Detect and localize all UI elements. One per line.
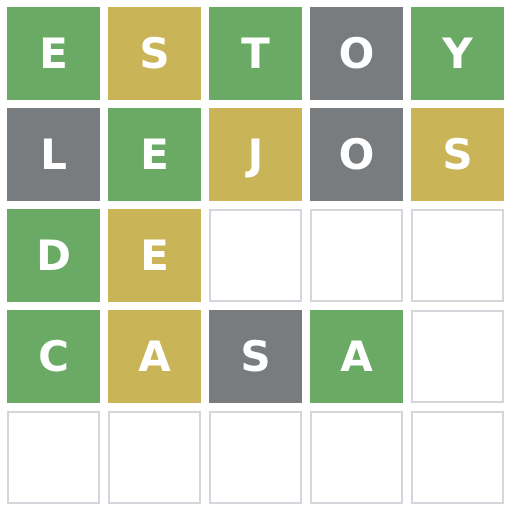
tile-r3-c5 bbox=[411, 209, 504, 302]
tile-r4-c5 bbox=[411, 310, 504, 403]
tile-r1-c2: S bbox=[108, 7, 201, 100]
tile-r2-c5: S bbox=[411, 108, 504, 201]
tile-r2-c1: L bbox=[7, 108, 100, 201]
tile-r4-c3: S bbox=[209, 310, 302, 403]
tile-r1-c5: Y bbox=[411, 7, 504, 100]
tile-r4-c2: A bbox=[108, 310, 201, 403]
tile-r5-c4 bbox=[310, 411, 403, 504]
tile-r3-c1: D bbox=[7, 209, 100, 302]
tile-r5-c5 bbox=[411, 411, 504, 504]
game-board: ESTOYLEJOSDECASA bbox=[7, 7, 504, 504]
tile-r5-c1 bbox=[7, 411, 100, 504]
tile-r3-c2: E bbox=[108, 209, 201, 302]
tile-r1-c1: E bbox=[7, 7, 100, 100]
tile-r2-c4: O bbox=[310, 108, 403, 201]
tile-r2-c2: E bbox=[108, 108, 201, 201]
tile-r4-c4: A bbox=[310, 310, 403, 403]
tile-r1-c3: T bbox=[209, 7, 302, 100]
tile-r4-c1: C bbox=[7, 310, 100, 403]
tile-r3-c4 bbox=[310, 209, 403, 302]
tile-r5-c3 bbox=[209, 411, 302, 504]
tile-r1-c4: O bbox=[310, 7, 403, 100]
tile-r5-c2 bbox=[108, 411, 201, 504]
tile-r2-c3: J bbox=[209, 108, 302, 201]
tile-r3-c3 bbox=[209, 209, 302, 302]
